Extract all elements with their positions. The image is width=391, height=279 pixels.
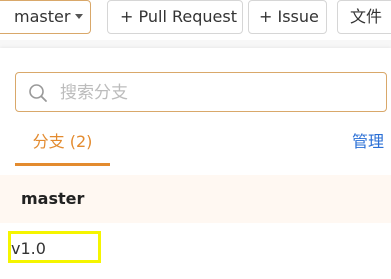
branch-item-master[interactable]: master (0, 175, 391, 223)
branch-search-box[interactable] (15, 72, 387, 112)
branch-search-input[interactable] (58, 79, 382, 107)
branch-item-label: master (21, 189, 85, 208)
repo-toolbar: master + Pull Request + Issue 文件 (0, 0, 391, 40)
search-icon (29, 84, 47, 102)
branch-item-v1-0[interactable]: v1.0 (0, 223, 391, 271)
branch-select-label: master (14, 7, 71, 26)
file-menu-button[interactable]: 文件 (337, 0, 391, 34)
new-issue-button[interactable]: + Issue (248, 0, 327, 34)
branch-item-label: v1.0 (8, 231, 101, 263)
branch-dropdown-panel: 分支 (2) 管理 master v1.0 (0, 48, 391, 279)
new-pull-request-button[interactable]: + Pull Request (107, 0, 243, 34)
caret-down-icon (75, 14, 84, 19)
branch-select-button[interactable]: master (0, 0, 91, 34)
tab-branches[interactable]: 分支 (2) (15, 128, 110, 166)
manage-branches-link[interactable]: 管理 (352, 128, 384, 156)
